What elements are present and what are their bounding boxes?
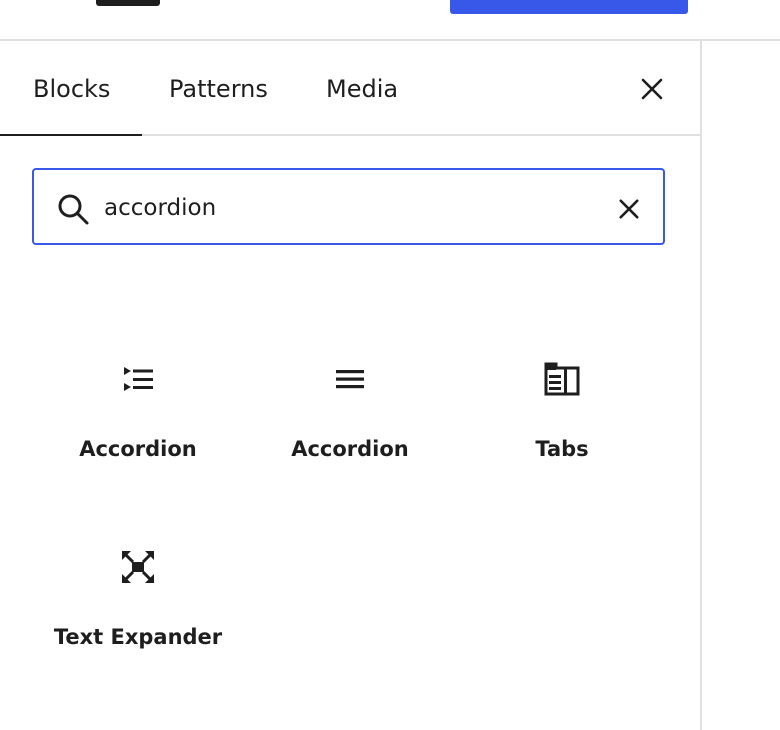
block-item-label: Accordion	[291, 437, 409, 461]
toolbar-primary-button[interactable]	[450, 0, 688, 14]
expand-arrows-icon	[122, 551, 154, 583]
block-item-label: Text Expander	[53, 625, 223, 649]
close-icon	[619, 199, 639, 219]
tabs-icon	[544, 362, 580, 396]
block-item-label: Tabs	[535, 437, 589, 461]
toolbar-dark-button[interactable]	[96, 0, 160, 6]
search-icon	[58, 194, 89, 225]
block-item-accordion-alt[interactable]: Accordion	[244, 359, 456, 509]
block-item-accordion[interactable]: Accordion	[32, 359, 244, 509]
menu-lines-icon	[336, 370, 364, 389]
block-search	[32, 168, 665, 245]
search-input[interactable]	[104, 188, 604, 228]
tab-patterns[interactable]: Patterns	[169, 41, 268, 134]
accordion-list-icon	[124, 367, 153, 391]
tab-media[interactable]: Media	[326, 41, 398, 134]
close-inserter-button[interactable]	[634, 71, 670, 107]
block-inserter-panel: Blocks Patterns Media Accordion	[0, 41, 702, 730]
editor-top-bar	[0, 0, 780, 41]
close-icon	[641, 78, 663, 100]
block-item-text-expander[interactable]: Text Expander	[32, 547, 244, 697]
clear-search-button[interactable]	[612, 192, 646, 226]
block-item-tabs[interactable]: Tabs	[456, 359, 668, 509]
tab-blocks[interactable]: Blocks	[0, 41, 144, 136]
block-item-label: Accordion	[79, 437, 197, 461]
inserter-tabs: Blocks Patterns Media	[0, 41, 700, 136]
